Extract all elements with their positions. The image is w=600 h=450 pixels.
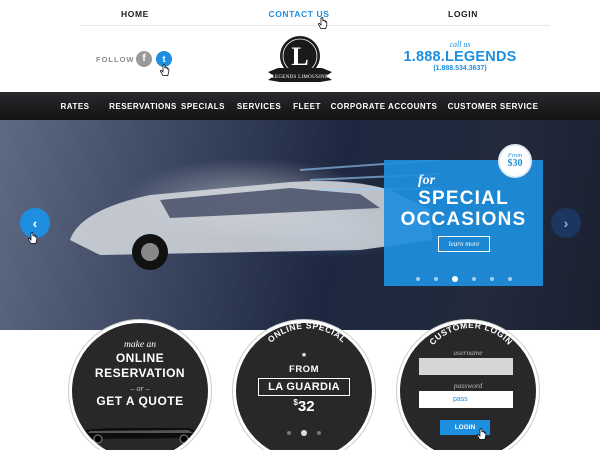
slider-next-button[interactable]: › [551, 208, 581, 238]
or-text: – or – [130, 384, 150, 393]
star-icon: ★ [300, 352, 308, 359]
main-nav-fleet[interactable]: FLEET [293, 102, 321, 111]
slider-dot[interactable] [451, 275, 458, 282]
main-nav-corporate-accounts[interactable]: CORPORATE ACCOUNTS [331, 102, 438, 111]
promo-title-line2: OCCASIONS [400, 209, 527, 230]
special-from-text: FROM [289, 364, 319, 375]
main-nav-services[interactable]: SERVICES [237, 102, 281, 111]
slider-dot[interactable] [415, 276, 420, 281]
slider-dots [384, 270, 543, 288]
hand-cursor-icon [318, 17, 328, 29]
slider-dot[interactable] [287, 430, 291, 435]
username-field[interactable] [419, 358, 513, 375]
facebook-icon[interactable]: f [136, 51, 152, 67]
slider-dot[interactable] [471, 276, 476, 281]
main-nav-customer-service[interactable]: CUSTOMER SERVICE [448, 102, 539, 111]
hand-cursor-icon [28, 232, 38, 244]
limousine-photo [70, 160, 440, 270]
main-nav-specials[interactable]: SPECIALS [181, 102, 225, 111]
top-nav: HOME CONTACT US LOGIN [80, 0, 550, 26]
promo-panel: for SPECIAL OCCASIONS learn more [384, 160, 543, 286]
call-us-label: call us [449, 40, 471, 49]
get-quote-text: GET A QUOTE [96, 394, 184, 408]
promo-title-line1: SPECIAL [418, 188, 509, 209]
nav-home-link[interactable]: HOME [121, 9, 149, 19]
phone-number[interactable]: 1.888.LEGENDS [400, 49, 520, 65]
reservation-line1: ONLINE [115, 351, 165, 365]
slider-dot[interactable] [489, 276, 494, 281]
hero-slider: ‹ › for SPECIAL OCCASIONS learn more Fro… [0, 120, 600, 330]
logo-banner-text: LEGENDS LIMOUSINE [272, 75, 329, 80]
customer-login-circle: CUSTOMER LOGIN username password pass LO… [397, 320, 539, 450]
hand-cursor-icon [477, 428, 487, 440]
legends-limousine-logo[interactable]: L LEGENDS LIMOUSINE [264, 32, 336, 88]
slider-dot[interactable] [433, 276, 438, 281]
special-slider-dots [236, 424, 372, 442]
nav-login-link[interactable]: LOGIN [448, 9, 478, 19]
reservation-line2: RESERVATION [94, 366, 186, 380]
learn-more-button[interactable]: learn more [438, 236, 490, 252]
special-price-value: 32 [297, 398, 315, 415]
slider-dot[interactable] [301, 429, 307, 436]
special-price: $32 [236, 398, 372, 415]
password-field[interactable]: pass [419, 391, 513, 408]
promo-for-text: for [418, 173, 436, 188]
limousine-icon [80, 428, 200, 444]
badge-price: $30 [507, 158, 523, 169]
phone-number-numeric: (1.888.534.3637) [433, 65, 487, 72]
main-nav: RATES RESERVATIONS SPECIALS SERVICES FLE… [0, 92, 600, 120]
main-nav-rates[interactable]: RATES [60, 102, 89, 111]
online-special-circle[interactable]: ONLINE SPECIAL ★ FROM LA GUARDIA $32 [233, 320, 375, 450]
price-badge: From $30 [498, 144, 532, 178]
svg-text:CUSTOMER LOGIN: CUSTOMER LOGIN [427, 323, 515, 347]
username-label: username [453, 348, 483, 357]
make-an-text: make an [124, 340, 156, 350]
main-nav-reservations[interactable]: RESERVATIONS [109, 102, 177, 111]
logo-letter: L [291, 42, 308, 71]
svg-text:ONLINE SPECIAL: ONLINE SPECIAL [266, 323, 349, 345]
slider-dot[interactable] [507, 276, 512, 281]
hand-cursor-icon [160, 64, 170, 76]
phone-block: call us 1.888.LEGENDS (1.888.534.3637) [400, 40, 520, 72]
slider-dot[interactable] [317, 430, 321, 435]
special-destination: LA GUARDIA [258, 378, 350, 396]
password-label: password [453, 381, 483, 390]
reservation-circle[interactable]: make an ONLINE RESERVATION – or – GET A … [69, 320, 211, 450]
follow-label: FOLLOW [96, 55, 135, 64]
